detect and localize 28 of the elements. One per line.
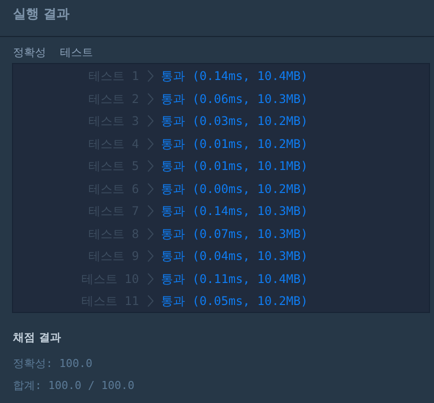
test-result: 통과 (0.03ms, 10.2MB) [161, 113, 308, 130]
tab[interactable]: 테스트 [60, 44, 93, 60]
test-result: 통과 (0.14ms, 10.4MB) [161, 68, 308, 86]
chevron-icon [147, 138, 154, 150]
test-result: 통과 (0.01ms, 10.2MB) [161, 136, 308, 153]
summary-title: 채점 결과 [13, 330, 62, 346]
chevron-icon [147, 250, 154, 262]
chevron-icon [147, 92, 154, 105]
test-result: 통과 (0.06ms, 10.3MB) [161, 90, 308, 108]
test-result: 통과 (0.00ms, 10.2MB) [161, 180, 308, 198]
summary-line: 합계: 100.0 / 100.0 [13, 378, 136, 394]
tab[interactable]: 정확성 [13, 44, 46, 60]
test-result: 통과 (0.07ms, 10.3MB) [161, 226, 308, 243]
panel-title: 실행 결과 [13, 6, 71, 24]
test-result: 통과 (0.05ms, 10.2MB) [161, 293, 308, 310]
test-result: 통과 (0.04ms, 10.3MB) [161, 248, 308, 266]
chevron-icon [147, 272, 154, 285]
chevron-icon [147, 182, 154, 195]
test-result: 통과 (0.11ms, 10.4MB) [161, 270, 308, 288]
test-result: 통과 (0.14ms, 10.3MB) [161, 203, 308, 220]
chevron-icon [147, 295, 154, 308]
chevron-icon [147, 115, 154, 128]
chevron-icon [147, 70, 154, 82]
chevron-icon [147, 160, 154, 172]
summary-line: 정확성: 100.0 [13, 356, 94, 372]
chevron-icon [147, 205, 154, 218]
chevron-icon [147, 228, 154, 240]
test-result: 통과 (0.01ms, 10.1MB) [161, 158, 308, 176]
